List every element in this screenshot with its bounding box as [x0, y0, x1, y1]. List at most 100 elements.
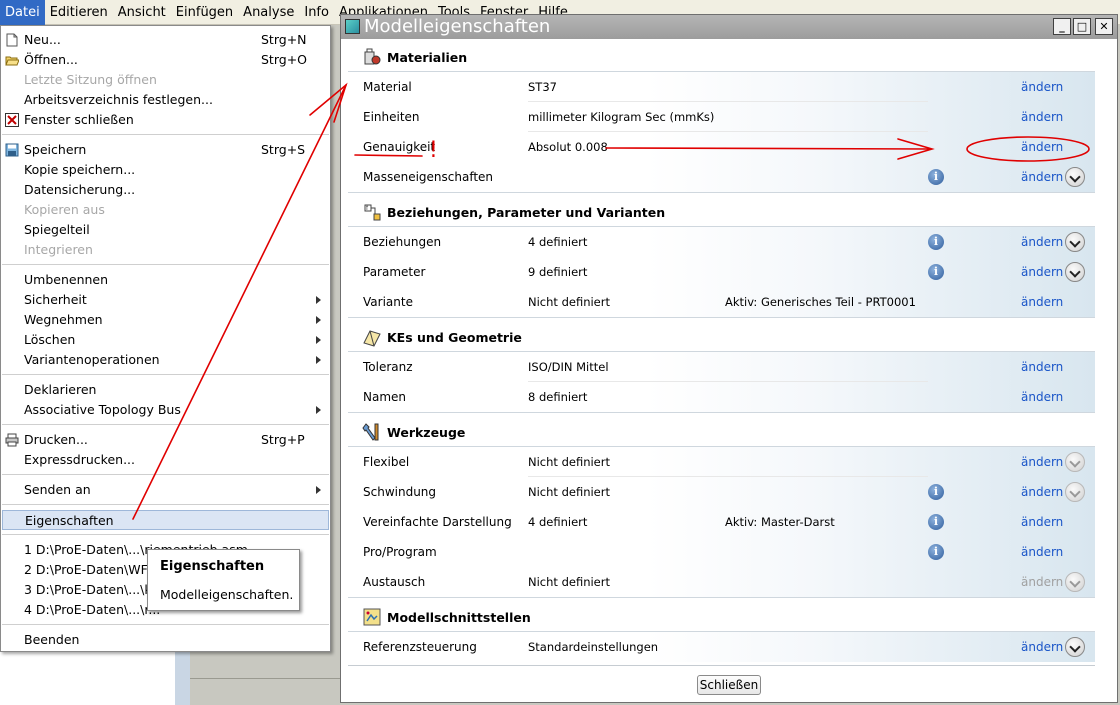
change-link-shrinkage[interactable]: ändern — [1021, 477, 1063, 507]
menu-item-delete[interactable]: Löschen — [2, 330, 329, 350]
new-file-icon — [6, 33, 18, 47]
features-geometry-icon — [363, 330, 381, 347]
close-window-icon — [5, 113, 19, 127]
expand-chevron-icon[interactable] — [1065, 262, 1085, 282]
menu-separator — [2, 624, 329, 625]
menu-item-working-dir[interactable]: Arbeitsverzeichnis festlegen... — [2, 90, 329, 110]
row-material: Material ST37 ändern — [348, 72, 1095, 102]
menu-item-close-window[interactable]: Fenster schließen — [2, 110, 329, 130]
row-shrinkage: Schwindung Nicht definiert i ändern — [348, 477, 1095, 507]
submenu-arrow-icon — [316, 356, 321, 364]
save-icon — [5, 143, 19, 157]
menu-analyse[interactable]: Analyse — [238, 0, 299, 25]
open-folder-icon — [5, 56, 19, 66]
section-title-tools: Werkzeuge — [387, 425, 466, 440]
change-link-interchange: ändern — [1021, 575, 1064, 589]
model-interfaces-icon — [363, 608, 381, 626]
expand-chevron-icon — [1065, 572, 1085, 592]
row-simplified-rep: Vereinfachte Darstellung 4 definiert Akt… — [348, 507, 1095, 537]
model-properties-dialog: Modelleigenschaften _ □ ✕ Materialien Ma… — [340, 14, 1118, 703]
change-link-variant[interactable]: ändern — [1021, 287, 1063, 317]
change-link-material[interactable]: ändern — [1021, 72, 1063, 102]
change-link-reference[interactable]: ändern — [1021, 632, 1063, 662]
menu-item-quick-print[interactable]: Expressdrucken... — [2, 450, 329, 470]
dialog-titlebar[interactable]: Modelleigenschaften _ □ ✕ — [341, 15, 1117, 39]
menu-item-declare[interactable]: Deklarieren — [2, 380, 329, 400]
section-divider — [348, 192, 1095, 193]
menu-item-copy-from: Kopieren aus — [24, 202, 105, 217]
expand-chevron-icon[interactable] — [1065, 232, 1085, 252]
section-title-relations: Beziehungen, Parameter und Varianten — [387, 205, 666, 220]
menu-item-mirror-part[interactable]: Spiegelteil — [2, 220, 329, 240]
expand-chevron-icon — [1065, 452, 1085, 472]
tooltip-description: Modelleigenschaften. — [160, 587, 294, 602]
menu-item-new[interactable]: Neu... Strg+N — [2, 30, 329, 50]
change-link-units[interactable]: ändern — [1021, 102, 1063, 132]
row-units: Einheiten millimeter Kilogram Sec (mmKs)… — [348, 102, 1095, 132]
menu-item-variant-ops[interactable]: Variantenoperationen — [2, 350, 329, 370]
expand-chevron-icon[interactable] — [1065, 637, 1085, 657]
section-divider — [348, 317, 1095, 318]
info-icon[interactable]: i — [928, 484, 944, 500]
row-accuracy: Genauigkeit Absolut 0.008 ändern — [348, 132, 1095, 162]
menu-info[interactable]: Info — [299, 0, 334, 25]
menu-item-security[interactable]: Sicherheit — [2, 290, 329, 310]
menu-separator — [2, 264, 329, 265]
close-button[interactable]: Schließen — [697, 675, 761, 695]
menu-item-send-to[interactable]: Senden an — [2, 480, 329, 500]
section-title-interfaces: Modellschnittstellen — [387, 610, 531, 625]
change-link-flexible[interactable]: ändern — [1021, 447, 1063, 477]
tooltip-title: Eigenschaften — [160, 559, 265, 574]
info-icon[interactable]: i — [928, 234, 944, 250]
relations-icon: f — [364, 204, 381, 221]
menu-item-save[interactable]: Speichern Strg+S — [2, 140, 329, 160]
close-icon[interactable]: ✕ — [1095, 18, 1113, 35]
change-link-relations[interactable]: ändern — [1021, 227, 1063, 257]
row-relations: Beziehungen 4 definiert i ändern — [348, 227, 1095, 257]
material-icon — [364, 48, 381, 65]
menu-item-save-copy[interactable]: Kopie speichern... — [2, 160, 329, 180]
menu-item-integrate: Integrieren — [24, 242, 93, 257]
menu-item-rename[interactable]: Umbenennen — [2, 270, 329, 290]
menu-editieren[interactable]: Editieren — [45, 0, 113, 25]
row-variant: Variante Nicht definiert Aktiv: Generisc… — [348, 287, 1095, 317]
menu-item-remove[interactable]: Wegnehmen — [2, 310, 329, 330]
menu-item-open[interactable]: Öffnen... Strg+O — [2, 50, 329, 70]
change-link-accuracy[interactable]: ändern — [1021, 132, 1063, 162]
expand-chevron-icon[interactable] — [1065, 167, 1085, 187]
printer-icon — [5, 433, 19, 447]
section-divider — [348, 412, 1095, 413]
menu-separator — [2, 474, 329, 475]
change-link-names[interactable]: ändern — [1021, 382, 1063, 412]
dialog-title: Modelleigenschaften — [364, 16, 551, 37]
change-link-program[interactable]: ändern — [1021, 537, 1063, 567]
change-link-simplified[interactable]: ändern — [1021, 507, 1063, 537]
menu-item-atb[interactable]: Associative Topology Bus — [2, 400, 329, 420]
menu-einfuegen[interactable]: Einfügen — [171, 0, 238, 25]
menu-item-exit[interactable]: Beenden — [2, 630, 329, 650]
menu-separator — [2, 134, 329, 135]
row-reference-control: Referenzsteuerung Standardeinstellungen … — [348, 632, 1095, 662]
info-icon[interactable]: i — [928, 169, 944, 185]
menu-datei[interactable]: Datei — [0, 0, 45, 25]
submenu-arrow-icon — [316, 336, 321, 344]
menu-separator — [2, 424, 329, 425]
change-link-parameters[interactable]: ändern — [1021, 257, 1063, 287]
tooltip: Eigenschaften Modelleigenschaften. — [147, 549, 300, 611]
menu-item-print[interactable]: Drucken... Strg+P — [2, 430, 329, 450]
menu-separator — [2, 534, 329, 535]
row-names: Namen 8 definiert ändern — [348, 382, 1095, 412]
info-icon[interactable]: i — [928, 544, 944, 560]
change-link-tolerance[interactable]: ändern — [1021, 352, 1063, 382]
menu-item-properties[interactable]: Eigenschaften — [2, 510, 329, 530]
row-flexible: Flexibel Nicht definiert ändern — [348, 447, 1095, 477]
minimize-button[interactable]: _ — [1053, 18, 1071, 35]
expand-chevron-icon — [1065, 482, 1085, 502]
info-icon[interactable]: i — [928, 264, 944, 280]
maximize-button[interactable]: □ — [1073, 18, 1091, 35]
menu-item-backup[interactable]: Datensicherung... — [2, 180, 329, 200]
info-icon[interactable]: i — [928, 514, 944, 530]
change-link-mass[interactable]: ändern — [1021, 162, 1063, 192]
menu-ansicht[interactable]: Ansicht — [113, 0, 171, 25]
menu-separator — [2, 374, 329, 375]
